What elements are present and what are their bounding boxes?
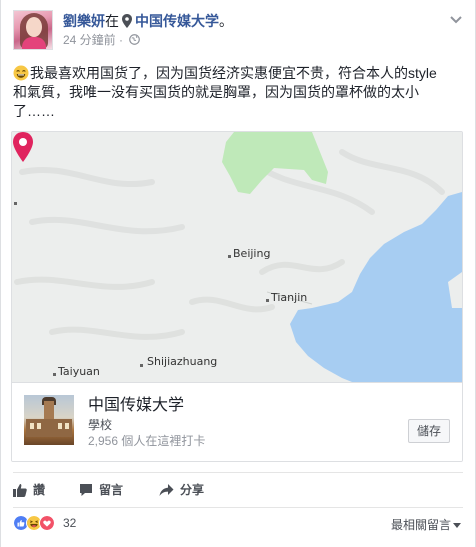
like-label: 讚 [33,483,46,497]
post-action-bar: 讚 留言 分享 [13,472,463,508]
post-timestamp[interactable]: 24 分鐘前 [63,33,116,47]
location-map[interactable]: Beijing Tianjin Shijiazhuang Taiyuan [12,132,462,382]
place-category: 學校 [88,418,113,432]
city-label-taiyuan: Taiyuan [58,365,100,378]
at-word: 在 [105,13,119,29]
city-label-beijing: Beijing [233,247,271,260]
reaction-count[interactable]: 32 [63,516,76,530]
comment-label: 留言 [99,483,124,497]
comment-sort-label: 最相關留言 [390,518,451,532]
author-name[interactable]: 劉樂妍 [63,13,105,29]
comment-sort-dropdown[interactable]: 最相關留言 [391,516,461,533]
save-place-button[interactable]: 儲存 [407,419,450,443]
post-options-chevron-icon[interactable] [449,14,463,24]
thumbs-up-icon [13,484,27,497]
taiyuan-dot [53,373,56,376]
place-thumbnail[interactable] [24,395,74,445]
grinning-emoji-icon [13,65,29,81]
headline-period: 。 [219,13,233,29]
shijiazhuang-dot [140,364,143,367]
city-label-tianjin: Tianjin [271,291,308,304]
location-attachment[interactable]: Beijing Tianjin Shijiazhuang Taiyuan 中国传… [11,131,463,462]
place-link[interactable]: 中国传媒大学 [135,13,219,29]
place-info-panel: 中国传媒大学 學校 2,956 個人在這裡打卡 儲存 [12,382,462,461]
beijing-dot [228,255,231,258]
post-header: 劉樂妍在 中国传媒大学。 24 分鐘前 · [13,10,463,54]
chevron-down-icon [453,523,461,528]
love-reaction-icon [39,515,55,531]
post-headline: 劉樂妍在 中国传媒大学。 [63,12,233,30]
post-text-line-1: 我最喜欢用国货了，因为国货经济实惠便宜不贵，符合本人的style [30,65,437,81]
post-text-line-3: 了…… [13,103,55,119]
location-pin-icon [122,14,132,28]
map-marker-icon [13,132,33,162]
place-name[interactable]: 中国传媒大学 [88,396,184,416]
tianjin-dot [266,299,269,302]
like-button[interactable]: 讚 [13,473,45,507]
city-label-shijiazhuang: Shijiazhuang [147,355,218,368]
author-avatar[interactable] [13,10,53,50]
share-label: 分享 [180,483,205,497]
post-text-line-2: 和氣質，我唯一没有买国货的就是胸罩，因为国货的罩杯做的太小 [13,84,419,100]
meta-separator: · [119,33,124,47]
place-checkins: 2,956 個人在這裡打卡 [88,434,206,448]
privacy-globe-icon[interactable] [129,34,141,45]
comment-icon [80,484,92,496]
post-meta: 24 分鐘前 · [63,32,141,48]
share-icon [159,484,174,496]
share-button[interactable]: 分享 [159,473,204,507]
post-body-text: 我最喜欢用国货了，因为国货经济实惠便宜不贵，符合本人的style 和氣質，我唯一… [13,64,465,121]
comment-button[interactable]: 留言 [79,473,123,507]
feed-post-card: 劉樂妍在 中国传媒大学。 24 分鐘前 · 我最喜欢用国货了，因为国货经济实惠便宜… [0,0,476,547]
